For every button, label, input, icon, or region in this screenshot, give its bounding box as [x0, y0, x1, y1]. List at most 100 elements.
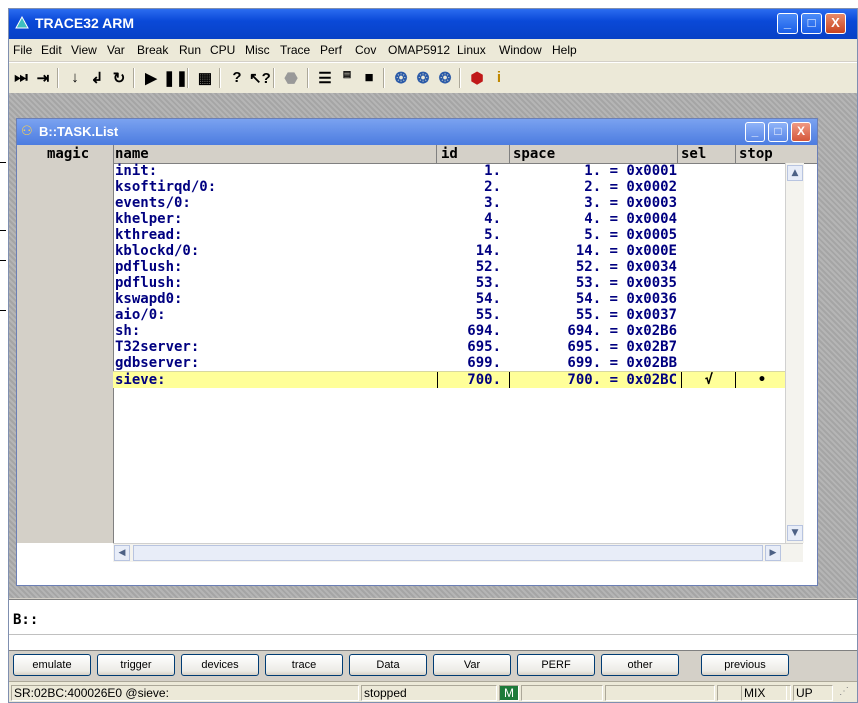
child-minimize-button[interactable]: _ [745, 122, 765, 142]
table-row[interactable]: pdflush: 52. 52. = 0x0034 [113, 259, 785, 275]
status-mode-indicator: M [499, 685, 519, 701]
status-state: stopped [361, 685, 497, 701]
table-row[interactable]: aio/0: 55. 55. = 0x0037 [113, 307, 785, 323]
status-field-empty [605, 685, 715, 701]
column-header-id[interactable]: id [441, 146, 458, 162]
child-close-button[interactable]: X [791, 122, 811, 142]
menu-window[interactable]: Window [499, 43, 542, 57]
minimize-button[interactable]: _ [777, 13, 798, 34]
selected-row-separator [509, 372, 510, 388]
task-table: magic name id space sel stop init: 1. 1. =… [17, 145, 817, 585]
cell-id: 14. [475, 243, 501, 259]
up-icon[interactable]: ↻ [109, 69, 129, 87]
menu-cpu[interactable]: CPU [210, 43, 235, 57]
chip-icon[interactable]: ▦ [195, 69, 215, 87]
softkey-previous[interactable]: previous [701, 654, 789, 676]
softkey-emulate[interactable]: emulate [13, 654, 91, 676]
return-icon[interactable]: ↲ [87, 69, 107, 87]
table-row[interactable]: sieve: 700. 700. = 0x02BC √ • [113, 371, 785, 388]
title-bar[interactable]: TRACE32 ARM _ □ X [9, 9, 857, 39]
cell-id: 53. [475, 275, 501, 291]
context-help-icon[interactable]: ↖? [249, 69, 271, 87]
table-row[interactable]: khelper: 4. 4. = 0x0004 [113, 211, 785, 227]
column-header-name[interactable]: name [115, 146, 149, 162]
step-over-icon[interactable]: ⇥ [33, 69, 53, 87]
dll-icon[interactable]: ⬢ [467, 69, 487, 87]
var-icon[interactable]: ❂ [391, 69, 411, 87]
info-icon[interactable]: i [489, 69, 509, 86]
task-list-icon: ⚇ [21, 123, 33, 138]
table-row[interactable]: pdflush: 53. 53. = 0x0035 [113, 275, 785, 291]
menu-break[interactable]: Break [137, 43, 168, 57]
down-arrow-icon[interactable]: ↓ [65, 69, 85, 86]
cell-space: 5. = 0x0005 [584, 227, 677, 243]
trace32-logo-icon [15, 16, 29, 29]
selected-row-separator [681, 372, 682, 388]
cell-name: kthread: [115, 227, 183, 243]
scroll-left-icon[interactable]: ◀ [114, 545, 130, 561]
table-row[interactable]: T32server: 695. 695. = 0x02B7 [113, 339, 785, 355]
vertical-scrollbar[interactable]: ▲ ▼ [785, 163, 804, 543]
break-icon[interactable]: ❚❚ [163, 69, 188, 87]
child-title-bar[interactable]: ⚇ B::TASK.List _ □ X [17, 119, 817, 145]
menu-omap5912[interactable]: OMAP5912 [388, 43, 450, 57]
table-row[interactable]: init: 1. 1. = 0x0001 [113, 163, 785, 179]
child-maximize-button[interactable]: □ [768, 122, 788, 142]
softkey-data[interactable]: Data [349, 654, 427, 676]
frame-icon[interactable]: ❂ [413, 69, 433, 87]
softkey-var[interactable]: Var [433, 654, 511, 676]
command-prompt: B:: [13, 612, 39, 628]
maximize-button[interactable]: □ [801, 13, 822, 34]
list-icon[interactable]: ☰ [315, 69, 335, 87]
scroll-right-icon[interactable]: ▶ [765, 545, 781, 561]
menu-run[interactable]: Run [179, 43, 201, 57]
cell-space: 694. = 0x02B6 [567, 323, 677, 339]
menu-cov[interactable]: Cov [355, 43, 376, 57]
cell-id: 1. [484, 163, 501, 179]
softkey-trigger[interactable]: trigger [97, 654, 175, 676]
scroll-down-icon[interactable]: ▼ [787, 525, 803, 541]
step-into-icon[interactable]: ⏭ [11, 69, 31, 86]
softkey-devices[interactable]: devices [181, 654, 259, 676]
toolbar: ⏭ ⇥ ↓ ↲ ↻ ▶ ❚❚ ▦ ? ↖? ⬣ ☰ ▤ ■ ❂ ❂ ❂ ⬢ i [9, 62, 857, 94]
menu-edit[interactable]: Edit [41, 43, 62, 57]
command-input[interactable] [45, 612, 849, 632]
cell-sel: √ [704, 372, 714, 388]
stop-icon[interactable]: ⬣ [281, 69, 301, 87]
softkey-other[interactable]: other [601, 654, 679, 676]
menu-linux[interactable]: Linux [457, 43, 486, 57]
column-header-magic[interactable]: magic [47, 146, 89, 162]
watch-icon[interactable]: ❂ [435, 69, 455, 87]
menu-help[interactable]: Help [552, 43, 577, 57]
softkey-trace[interactable]: trace [265, 654, 343, 676]
cell-name: pdflush: [115, 259, 183, 275]
menu-misc[interactable]: Misc [245, 43, 270, 57]
column-header-space[interactable]: space [513, 146, 555, 162]
column-header-stop[interactable]: stop [739, 146, 773, 162]
menu-perf[interactable]: Perf [320, 43, 342, 57]
memory-icon[interactable]: ▤ [337, 69, 357, 80]
table-row[interactable]: ksoftirqd/0: 2. 2. = 0x0002 [113, 179, 785, 195]
close-button[interactable]: X [825, 13, 846, 34]
help-icon[interactable]: ? [227, 69, 247, 86]
table-row[interactable]: kthread: 5. 5. = 0x0005 [113, 227, 785, 243]
horizontal-scroll-thumb[interactable] [133, 545, 763, 561]
go-icon[interactable]: ▶ [141, 69, 161, 87]
table-row[interactable]: kswapd0: 54. 54. = 0x0036 [113, 291, 785, 307]
table-row[interactable]: kblockd/0: 14. 14. = 0x000E [113, 243, 785, 259]
menu-view[interactable]: View [71, 43, 97, 57]
horizontal-scrollbar[interactable]: ◀ ▶ [113, 543, 803, 562]
menu-trace[interactable]: Trace [280, 43, 310, 57]
table-row[interactable]: sh: 694. 694. = 0x02B6 [113, 323, 785, 339]
table-row[interactable]: events/0: 3. 3. = 0x0003 [113, 195, 785, 211]
menu-file[interactable]: File [13, 43, 32, 57]
cell-name: gdbserver: [115, 355, 200, 371]
softkey-perf[interactable]: PERF [517, 654, 595, 676]
resize-grip-icon[interactable]: ⋰ [839, 686, 849, 697]
menu-var[interactable]: Var [107, 43, 125, 57]
scroll-up-icon[interactable]: ▲ [787, 165, 803, 181]
column-header-sel[interactable]: sel [681, 146, 706, 162]
cell-space: 699. = 0x02BB [567, 355, 677, 371]
register-icon[interactable]: ■ [359, 69, 379, 86]
table-row[interactable]: gdbserver: 699. 699. = 0x02BB [113, 355, 785, 371]
